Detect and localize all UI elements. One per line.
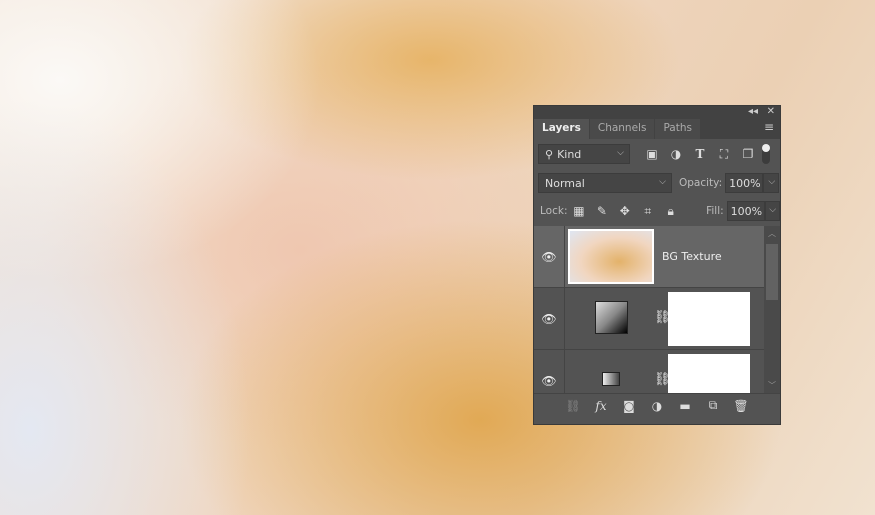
close-icon[interactable]: ✕: [767, 106, 775, 117]
new-adjustment-layer-icon[interactable]: ◑: [646, 399, 668, 413]
layer-thumbnail: [568, 229, 654, 284]
layer-name[interactable]: BG Texture: [662, 250, 722, 263]
lock-image-brush-icon[interactable]: ✎: [590, 204, 613, 218]
delete-trash-icon[interactable]: 🗑︎: [730, 399, 752, 413]
visibility-eye-icon[interactable]: 👁︎: [534, 350, 565, 393]
layer-row-bg-texture[interactable]: 👁︎ BG Texture: [534, 226, 764, 288]
lock-artboard-icon[interactable]: ⌗: [636, 204, 659, 219]
add-mask-icon[interactable]: ◙: [618, 399, 640, 413]
visibility-eye-icon[interactable]: 👁︎: [534, 226, 565, 287]
pixel-filter-icon[interactable]: ▣: [640, 147, 664, 161]
layer-mask-thumbnail[interactable]: [668, 354, 750, 393]
scroll-up-icon[interactable]: ︿: [768, 228, 776, 239]
new-group-folder-icon[interactable]: ▬: [674, 399, 696, 413]
filter-toggle[interactable]: [762, 144, 770, 164]
tab-channels[interactable]: Channels: [589, 119, 655, 139]
fill-input[interactable]: 100%: [726, 201, 765, 221]
blend-row: Normal ⌵ Opacity: 100% ⌵: [534, 173, 780, 193]
chevron-down-icon: ⌵: [659, 177, 666, 187]
layers-toolbar: ⛓︎ fx ◙ ◑ ▬ ⧉ 🗑︎: [534, 393, 780, 417]
fx-icon[interactable]: fx: [590, 399, 612, 413]
filter-row: ⚲ Kind ⌵ ▣ ◑ T ⛶ ❐: [534, 144, 780, 164]
layer-mask-thumbnail[interactable]: [668, 292, 750, 346]
new-layer-icon[interactable]: ⧉: [702, 398, 724, 413]
levels-adjustment-icon: [602, 372, 620, 386]
chevron-down-icon: ⌵: [617, 148, 624, 158]
collapse-icon[interactable]: ◂◂: [748, 106, 758, 117]
scroll-down-icon[interactable]: ﹀: [768, 380, 776, 391]
lock-all-icon[interactable]: 🔒︎: [659, 204, 682, 219]
gradient-map-adjustment-icon: [595, 301, 628, 334]
blend-mode-value: Normal: [545, 176, 585, 190]
layers-panel: ◂◂ ✕ Layers Channels Paths ≡ ⚲ Kind ⌵ ▣ …: [533, 105, 781, 425]
shape-filter-icon[interactable]: ⛶: [712, 147, 736, 162]
panel-tabs: Layers Channels Paths ≡: [534, 119, 780, 139]
fill-label: Fill:: [706, 205, 724, 217]
panel-titlebar: ◂◂ ✕: [534, 106, 780, 119]
lock-transparent-icon[interactable]: ▦: [567, 204, 590, 218]
search-icon: ⚲: [545, 147, 554, 161]
visibility-eye-icon[interactable]: 👁︎: [534, 288, 565, 349]
layers-list: 👁︎ BG Texture 👁︎ ⛓︎ 👁︎ ⛓︎: [534, 226, 764, 393]
opacity-label: Opacity:: [679, 177, 723, 189]
lock-position-move-icon[interactable]: ✥: [613, 204, 636, 218]
layer-row-levels[interactable]: 👁︎ ⛓︎: [534, 350, 764, 393]
type-filter-icon[interactable]: T: [688, 147, 712, 161]
filter-kind-label: Kind: [557, 147, 582, 161]
layer-row-gradient-map[interactable]: 👁︎ ⛓︎: [534, 288, 764, 350]
blend-mode-select[interactable]: Normal ⌵: [538, 173, 672, 193]
link-layers-icon[interactable]: ⛓︎: [562, 399, 584, 413]
panel-menu-icon[interactable]: ≡: [764, 121, 774, 133]
adjustment-filter-icon[interactable]: ◑: [664, 147, 688, 161]
smart-object-filter-icon[interactable]: ❐: [736, 147, 760, 161]
lock-row: Lock: ▦ ✎ ✥ ⌗ 🔒︎ Fill: 100% ⌵: [534, 201, 781, 221]
scrollbar[interactable]: ︿ ﹀: [764, 226, 780, 393]
opacity-dropdown[interactable]: ⌵: [763, 173, 780, 193]
filter-kind-select[interactable]: ⚲ Kind ⌵: [538, 144, 630, 164]
scrollbar-thumb[interactable]: [766, 244, 778, 300]
fill-dropdown[interactable]: ⌵: [764, 201, 781, 221]
tab-paths[interactable]: Paths: [655, 119, 700, 139]
opacity-input[interactable]: 100%: [725, 173, 764, 193]
tab-layers[interactable]: Layers: [534, 119, 589, 139]
lock-label: Lock:: [540, 205, 568, 217]
